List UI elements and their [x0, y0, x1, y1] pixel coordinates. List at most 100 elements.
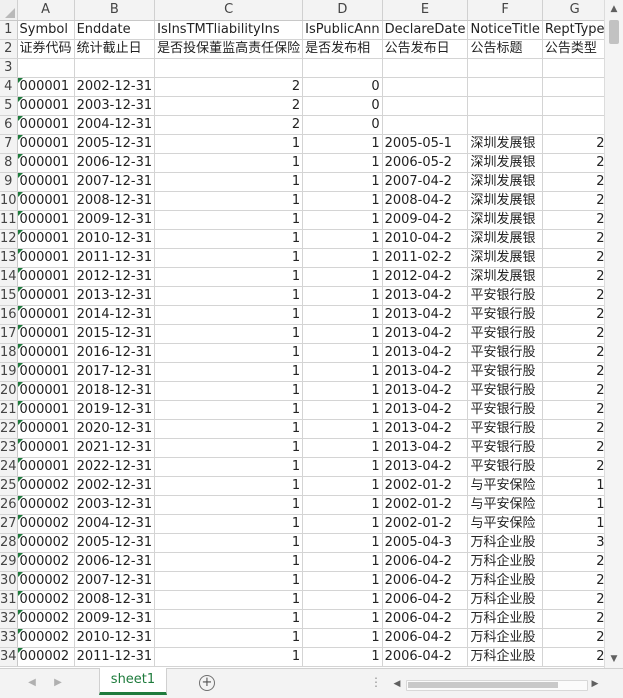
row-header[interactable]: 24: [0, 457, 18, 477]
row-header[interactable]: 27: [0, 514, 18, 534]
horizontal-scroll-track[interactable]: [406, 680, 588, 691]
cell[interactable]: 平安银行股: [467, 419, 543, 439]
cell[interactable]: 2022-12-31: [74, 457, 156, 477]
cell[interactable]: 2006-04-2: [382, 609, 469, 629]
cell[interactable]: 2016-12-31: [74, 343, 156, 363]
horizontal-scroll-thumb[interactable]: [408, 682, 558, 688]
cell[interactable]: 1: [302, 552, 383, 572]
cell[interactable]: 2008-12-31: [74, 191, 156, 211]
cell[interactable]: 0: [302, 115, 383, 135]
cell[interactable]: 1: [302, 248, 383, 268]
cell[interactable]: [382, 115, 469, 135]
row-header[interactable]: 33: [0, 628, 18, 648]
cell[interactable]: 1: [154, 590, 304, 610]
cell[interactable]: 2: [154, 77, 304, 97]
cell[interactable]: 2: [542, 552, 604, 572]
cell[interactable]: 深圳发展银: [467, 248, 543, 268]
cell[interactable]: 2: [542, 419, 604, 439]
column-header[interactable]: E: [382, 0, 469, 21]
cell[interactable]: 2: [542, 400, 604, 420]
cell[interactable]: 2010-12-31: [74, 628, 156, 648]
cell[interactable]: 000001: [17, 267, 75, 287]
cell[interactable]: 2008-04-2: [382, 191, 469, 211]
cell[interactable]: 0: [302, 77, 383, 97]
cell[interactable]: 1: [154, 476, 304, 496]
cell[interactable]: Enddate: [74, 20, 156, 40]
cell[interactable]: IsInsTMTliabilityIns: [154, 20, 304, 40]
cell[interactable]: 2013-04-2: [382, 286, 469, 306]
cell[interactable]: NoticeTitle: [467, 20, 543, 40]
cell[interactable]: 2: [542, 590, 604, 610]
cell[interactable]: 万科企业股: [467, 647, 543, 667]
cell[interactable]: 2006-04-2: [382, 647, 469, 667]
cell[interactable]: 2010-04-2: [382, 229, 469, 249]
cell[interactable]: 2007-12-31: [74, 172, 156, 192]
cell[interactable]: 000001: [17, 286, 75, 306]
chevron-right-icon[interactable]: ▶: [50, 675, 66, 691]
row-header[interactable]: 16: [0, 305, 18, 325]
cell[interactable]: 1: [154, 248, 304, 268]
ellipsis-icon[interactable]: ⋮: [370, 675, 383, 689]
cell[interactable]: 000001: [17, 400, 75, 420]
tab-sheet1[interactable]: sheet1: [99, 668, 167, 695]
cell[interactable]: 2012-12-31: [74, 267, 156, 287]
cell[interactable]: 000002: [17, 647, 75, 667]
cell[interactable]: [17, 58, 75, 78]
cell[interactable]: 1: [302, 267, 383, 287]
cell[interactable]: 1: [154, 324, 304, 344]
column-header[interactable]: G: [542, 0, 604, 21]
cell[interactable]: 2013-04-2: [382, 457, 469, 477]
cell[interactable]: 与平安保险: [467, 514, 543, 534]
cell[interactable]: 2: [542, 362, 604, 382]
cell[interactable]: 深圳发展银: [467, 229, 543, 249]
cell[interactable]: 000001: [17, 248, 75, 268]
row-header[interactable]: 18: [0, 343, 18, 363]
cell[interactable]: [382, 96, 469, 116]
cell[interactable]: 000002: [17, 552, 75, 572]
row-header[interactable]: 32: [0, 609, 18, 629]
cell[interactable]: IsPublicAnn: [302, 20, 383, 40]
row-header[interactable]: 30: [0, 571, 18, 591]
row-header[interactable]: 28: [0, 533, 18, 553]
cell[interactable]: [542, 77, 604, 97]
cell[interactable]: 000002: [17, 495, 75, 515]
cell[interactable]: 1: [154, 381, 304, 401]
cell[interactable]: 000001: [17, 305, 75, 325]
cell[interactable]: [467, 77, 543, 97]
cell[interactable]: 1: [154, 210, 304, 230]
cell[interactable]: 000001: [17, 96, 75, 116]
cell[interactable]: ReptType: [542, 20, 604, 40]
cell[interactable]: 1: [154, 571, 304, 591]
cell[interactable]: [467, 115, 543, 135]
cell[interactable]: 000002: [17, 609, 75, 629]
cell[interactable]: 2: [542, 457, 604, 477]
row-header[interactable]: 12: [0, 229, 18, 249]
cell[interactable]: 000001: [17, 210, 75, 230]
cell[interactable]: 2: [542, 647, 604, 667]
cell[interactable]: 是否发布相: [302, 39, 383, 59]
chevron-left-icon[interactable]: ◀: [24, 675, 40, 691]
cell[interactable]: 000001: [17, 381, 75, 401]
cell[interactable]: 1: [302, 210, 383, 230]
cell[interactable]: 1: [302, 438, 383, 458]
row-header[interactable]: 8: [0, 153, 18, 173]
cell[interactable]: 000001: [17, 134, 75, 154]
row-header[interactable]: 2: [0, 39, 18, 59]
cell[interactable]: 1: [542, 495, 604, 515]
column-header[interactable]: D: [302, 0, 383, 21]
cell[interactable]: [382, 58, 469, 78]
cell[interactable]: 1: [302, 153, 383, 173]
cell[interactable]: 2011-12-31: [74, 647, 156, 667]
cell[interactable]: [542, 58, 604, 78]
cell[interactable]: 2: [542, 191, 604, 211]
cell[interactable]: 2: [542, 609, 604, 629]
row-header[interactable]: 15: [0, 286, 18, 306]
spreadsheet-grid-area[interactable]: ABCDEFG 1 Symbol Enddate IsInsTMTliabilityI…: [0, 0, 604, 668]
cell[interactable]: 2009-12-31: [74, 210, 156, 230]
cell[interactable]: 平安银行股: [467, 324, 543, 344]
cell[interactable]: 2010-12-31: [74, 229, 156, 249]
cell[interactable]: 与平安保险: [467, 495, 543, 515]
cell[interactable]: 1: [302, 172, 383, 192]
cell[interactable]: 2: [542, 324, 604, 344]
cell[interactable]: 深圳发展银: [467, 134, 543, 154]
